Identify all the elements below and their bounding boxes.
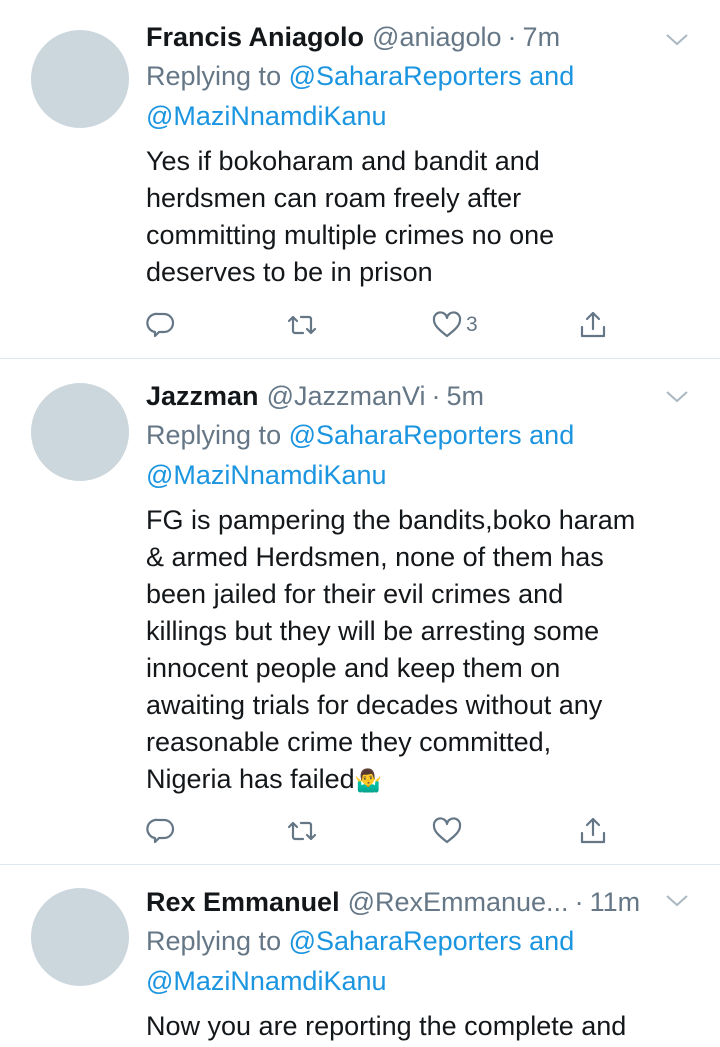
- mention-link[interactable]: @SaharaReporters: [289, 926, 522, 956]
- share-icon: [580, 817, 606, 844]
- author-handle[interactable]: @RexEmmanue...: [348, 883, 569, 921]
- mention-link[interactable]: @SaharaReporters: [289, 61, 522, 91]
- replying-to: Replying to @SaharaReporters and @MaziNn…: [146, 56, 700, 136]
- reply-icon: [146, 818, 175, 844]
- tweet-text-line: been jailed for their evil crimes and: [146, 579, 564, 609]
- tweet-2[interactable]: Jazzman @JazzmanVi · 5m Replying to @Sah…: [0, 359, 720, 865]
- retweet-icon: [287, 821, 317, 841]
- author-name[interactable]: Rex Emmanuel: [146, 883, 340, 921]
- separator-dot: ·: [507, 22, 517, 52]
- tweet-text-line: FG is pampering the bandits,boko haram: [146, 505, 636, 535]
- tweet-text-line: Nigeria has failed🤷‍♂️: [146, 761, 700, 799]
- shrug-emoji: 🤷‍♂️: [354, 768, 383, 793]
- tweet-text: Yes if bokoharam and bandit and herdsmen…: [146, 143, 700, 291]
- tweet-text-line: & armed Herdsmen, none of them has: [146, 542, 604, 572]
- share-button[interactable]: [578, 811, 608, 851]
- author-name[interactable]: Jazzman: [146, 377, 259, 415]
- replying-to-label: Replying to: [146, 420, 282, 450]
- separator-dot: ·: [431, 381, 441, 411]
- tweet-content: Francis Aniagolo @aniagolo · 7m Replying…: [146, 18, 700, 291]
- mention-conjunction[interactable]: and: [529, 420, 574, 450]
- tweet-text: Now you are reporting the complete and: [146, 1008, 700, 1045]
- mention-conjunction[interactable]: and: [529, 926, 574, 956]
- timestamp[interactable]: 7m: [523, 18, 561, 56]
- mention-link[interactable]: @MaziNnamdiKanu: [146, 460, 387, 490]
- share-icon: [580, 311, 606, 338]
- retweet-button[interactable]: [287, 305, 317, 345]
- timestamp[interactable]: 5m: [447, 377, 485, 415]
- author-handle[interactable]: @JazzmanVi: [267, 377, 426, 415]
- tweet-3[interactable]: Rex Emmanuel @RexEmmanue... · 11m Replyi…: [0, 865, 720, 1047]
- tweet-1[interactable]: Francis Aniagolo @aniagolo · 7m Replying…: [0, 0, 720, 359]
- tweet-actions: [146, 811, 616, 851]
- tweet-text-line: killings but they will be arresting some: [146, 616, 600, 646]
- reply-button[interactable]: [146, 811, 176, 851]
- tweet-text-line: innocent people and keep them on: [146, 653, 561, 683]
- author-handle[interactable]: @aniagolo: [372, 18, 502, 56]
- tweet-content: Jazzman @JazzmanVi · 5m Replying to @Sah…: [146, 377, 700, 799]
- heart-icon: [432, 311, 462, 338]
- replying-to-label: Replying to: [146, 61, 282, 91]
- mention-link[interactable]: @SaharaReporters: [289, 420, 522, 450]
- tweet-actions: 3: [146, 305, 616, 345]
- tweet-text-line: herdsmen can roam freely after: [146, 183, 522, 213]
- tweet-text-line: reasonable crime they committed,: [146, 727, 552, 757]
- retweet-icon: [287, 315, 317, 335]
- replying-to: Replying to @SaharaReporters and @MaziNn…: [146, 921, 700, 1001]
- avatar[interactable]: [31, 888, 129, 986]
- mention-link[interactable]: @MaziNnamdiKanu: [146, 966, 387, 996]
- reply-button[interactable]: [146, 305, 176, 345]
- tweet-header: Francis Aniagolo @aniagolo · 7m: [146, 18, 700, 56]
- mention-conjunction[interactable]: and: [529, 61, 574, 91]
- replying-to-label: Replying to: [146, 926, 282, 956]
- mention-link[interactable]: @MaziNnamdiKanu: [146, 101, 387, 131]
- tweet-text-line: committing multiple crimes no one: [146, 220, 555, 250]
- tweet-content: Rex Emmanuel @RexEmmanue... · 11m Replyi…: [146, 883, 700, 1045]
- tweet-text-line: Yes if bokoharam and bandit and: [146, 146, 540, 176]
- tweet-text-segment: Nigeria has failed: [146, 764, 355, 794]
- author-name[interactable]: Francis Aniagolo: [146, 18, 364, 56]
- tweet-text-line: deserves to be in prison: [146, 257, 433, 287]
- like-button[interactable]: 3: [432, 305, 478, 345]
- timestamp[interactable]: 11m: [590, 883, 641, 921]
- tweet-header: Rex Emmanuel @RexEmmanue... · 11m: [146, 883, 700, 921]
- replying-to: Replying to @SaharaReporters and @MaziNn…: [146, 415, 700, 495]
- avatar[interactable]: [31, 30, 129, 128]
- retweet-button[interactable]: [287, 811, 317, 851]
- share-button[interactable]: [578, 305, 608, 345]
- like-count: 3: [466, 313, 478, 336]
- separator-dot: ·: [574, 887, 584, 917]
- avatar[interactable]: [31, 383, 129, 481]
- heart-icon: [432, 817, 462, 844]
- like-button[interactable]: [432, 811, 462, 851]
- reply-icon: [146, 312, 175, 338]
- tweet-header: Jazzman @JazzmanVi · 5m: [146, 377, 700, 415]
- tweet-text: FG is pampering the bandits,boko haram &…: [146, 502, 700, 799]
- tweet-text-line: awaiting trials for decades without any: [146, 690, 603, 720]
- tweet-text-line: Now you are reporting the complete and: [146, 1011, 627, 1041]
